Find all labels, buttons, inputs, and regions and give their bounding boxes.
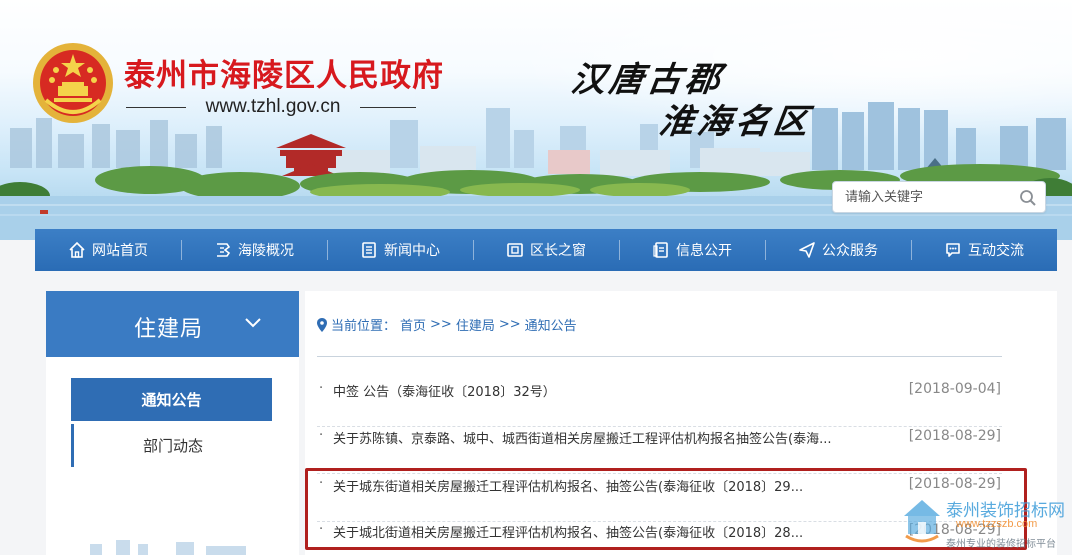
nav-item-district-chief[interactable]: 区长之窗	[473, 229, 619, 271]
watermark-house-logo	[904, 500, 940, 543]
nav-item-label: 互动交流	[968, 243, 1024, 259]
url-rule-left	[126, 107, 186, 108]
sidebar-item-department-news[interactable]: 部门动态	[71, 424, 272, 467]
bullet-icon: ·	[319, 428, 324, 443]
news-icon	[362, 242, 376, 258]
window-icon	[507, 243, 523, 257]
sidebar-item-notices[interactable]: 通知公告	[71, 378, 272, 421]
header-banner: 泰州市海陵区人民政府 www.tzhl.gov.cn 汉唐古郡 淮海名区	[0, 0, 1072, 240]
nav-item-public-service[interactable]: 公众服务	[765, 229, 911, 271]
location-pin-icon	[317, 317, 327, 332]
nav-item-label: 公众服务	[822, 243, 878, 259]
nav-item-label: 新闻中心	[384, 243, 440, 259]
sidebar-skyline-image	[90, 540, 246, 555]
breadcrumb-level2[interactable]: 通知公告	[525, 315, 577, 334]
breadcrumb-level1[interactable]: 住建局	[456, 315, 495, 334]
news-date: [2018-08-29]	[908, 476, 1001, 492]
breadcrumb-divider	[317, 356, 1002, 357]
watermark: 泰州装饰招标网 www.tzzszb.com 泰州专业的装修招标平台	[898, 494, 1068, 552]
nav-item-interaction[interactable]: 互动交流	[911, 229, 1057, 271]
chevron-down-icon	[245, 318, 261, 328]
breadcrumb-separator: >>	[430, 317, 452, 332]
breadcrumb-prefix: 当前位置：	[331, 319, 397, 334]
send-icon	[799, 242, 815, 258]
site-url-text: www.tzhl.gov.cn	[205, 96, 341, 117]
search-icon[interactable]	[1019, 189, 1037, 207]
news-date: [2018-08-29]	[908, 428, 1001, 444]
chat-icon	[946, 243, 960, 257]
watermark-subtitle: 泰州专业的装修招标平台	[946, 539, 1056, 550]
site-title: 泰州市海陵区人民政府	[124, 58, 444, 94]
site-url: www.tzhl.gov.cn	[126, 96, 416, 118]
bullet-icon: ·	[319, 476, 324, 491]
main-nav: 网站首页 海陵概况 新闻中心 区长之窗 信息公开 公众服务 互动交流	[35, 229, 1057, 271]
nav-item-label: 信息公开	[676, 243, 732, 259]
nav-item-label: 区长之窗	[530, 243, 586, 259]
news-list-item[interactable]: · 关于苏陈镇、京泰路、城中、城西街道相关房屋搬迁工程评估机构报名抽签公告(泰海…	[317, 428, 1002, 474]
breadcrumb-separator: >>	[498, 317, 521, 332]
sidebar-header[interactable]: 住建局	[46, 291, 299, 357]
news-title[interactable]: 关于城东街道相关房屋搬迁工程评估机构报名、抽签公告(泰海征收〔2018〕29..…	[333, 476, 893, 495]
url-rule-right	[360, 107, 416, 108]
news-title[interactable]: 关于城北街道相关房屋搬迁工程评估机构报名、抽签公告(泰海征收〔2018〕28..…	[333, 522, 893, 541]
overview-icon	[217, 243, 231, 257]
nav-item-overview[interactable]: 海陵概况	[181, 229, 327, 271]
home-icon	[69, 241, 85, 258]
national-emblem-logo	[33, 43, 113, 123]
news-list-item[interactable]: · 中签 公告（泰海征收〔2018〕32号） [2018-09-04]	[317, 381, 1002, 427]
bullet-icon: ·	[319, 522, 324, 537]
news-date: [2018-09-04]	[908, 381, 1001, 397]
search-box	[832, 181, 1046, 213]
news-title[interactable]: 关于苏陈镇、京泰路、城中、城西街道相关房屋搬迁工程评估机构报名抽签公告(泰海..…	[333, 428, 893, 447]
nav-item-label: 海陵概况	[238, 243, 294, 259]
nav-item-home[interactable]: 网站首页	[35, 229, 181, 271]
nav-item-info-disclosure[interactable]: 信息公开	[619, 229, 765, 271]
nav-item-news[interactable]: 新闻中心	[327, 229, 473, 271]
search-input[interactable]	[833, 182, 1013, 212]
breadcrumb-home[interactable]: 首页	[400, 315, 426, 334]
document-icon	[653, 242, 668, 258]
nav-item-label: 网站首页	[92, 243, 148, 259]
breadcrumb: 当前位置： 首页 >> 住建局 >> 通知公告	[317, 315, 577, 334]
sidebar-title: 住建局	[134, 317, 204, 342]
bullet-icon: ·	[319, 381, 324, 396]
slogan-line-2: 淮海名区	[656, 102, 815, 142]
watermark-url: www.tzzszb.com	[956, 518, 1038, 530]
news-title[interactable]: 中签 公告（泰海征收〔2018〕32号）	[333, 381, 893, 400]
